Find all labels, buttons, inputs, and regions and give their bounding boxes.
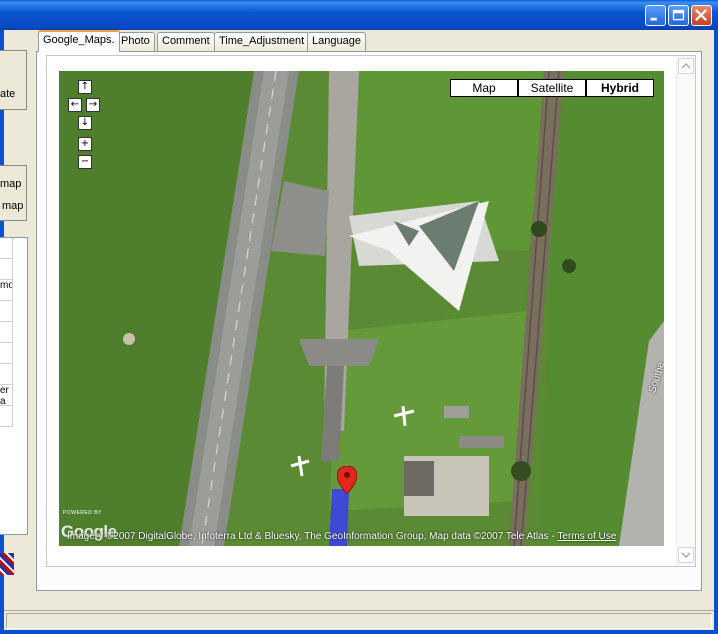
list-row[interactable] (0, 343, 13, 364)
close-button[interactable] (691, 5, 712, 26)
credit-text: Imagery ©2007 DigitalGlobe, Infoterra Lt… (67, 531, 558, 542)
minimize-button[interactable] (645, 5, 666, 26)
pan-left-button[interactable]: ← (68, 98, 82, 112)
tab-language[interactable]: Language (307, 32, 366, 51)
flag-icon[interactable] (0, 553, 14, 575)
left-fragment-ate: ate (0, 88, 16, 100)
logo-caption: POWERED BY (63, 510, 102, 516)
maximize-icon (672, 9, 685, 21)
list-row[interactable] (0, 259, 13, 280)
map-type-map-button[interactable]: Map (450, 79, 518, 97)
pan-right-button[interactable]: → (86, 98, 100, 112)
window-border-right (714, 30, 718, 634)
list-row[interactable]: mo (0, 280, 13, 301)
tab-comment[interactable]: Comment (157, 32, 215, 51)
satellite-map[interactable]: ↑ ← → ↓ + − Map Satellite Hybrid Southe … (59, 71, 664, 546)
scroll-down-button[interactable] (678, 547, 694, 563)
left-fragment-map-2[interactable]: map (2, 200, 23, 212)
left-group-box-1 (0, 50, 27, 110)
pan-up-button[interactable]: ↑ (78, 80, 92, 94)
chevron-down-icon (681, 552, 691, 559)
title-bar[interactable] (0, 0, 718, 30)
map-type-hybrid-button[interactable]: Hybrid (586, 79, 654, 97)
location-marker-icon[interactable] (337, 466, 357, 494)
tab-time-adjustment[interactable]: Time_Adjustment (214, 32, 310, 51)
chevron-up-icon (681, 62, 691, 69)
tab-google-maps[interactable]: Google_Maps. (38, 30, 120, 52)
zoom-out-button[interactable]: − (78, 155, 92, 169)
pan-down-button[interactable]: ↓ (78, 116, 92, 130)
list-row[interactable] (0, 406, 13, 427)
terms-of-use-link[interactable]: Terms of Use (557, 531, 616, 542)
left-group-box-2 (0, 165, 27, 221)
status-pane (6, 613, 712, 629)
zoom-in-button[interactable]: + (78, 137, 92, 151)
window-border-bottom (0, 630, 718, 634)
close-icon (695, 9, 707, 21)
list-row[interactable] (0, 238, 13, 259)
left-fragment-map-1[interactable]: map (0, 178, 21, 190)
minimize-icon (650, 17, 657, 21)
vertical-scrollbar[interactable] (676, 56, 695, 566)
list-row[interactable] (0, 301, 13, 322)
list-row[interactable] (0, 364, 13, 385)
maximize-button[interactable] (668, 5, 689, 26)
tab-photo[interactable]: Photo (116, 32, 155, 51)
list-row[interactable]: er a (0, 385, 13, 406)
map-credits: Imagery ©2007 DigitalGlobe, Infoterra Lt… (67, 531, 616, 542)
list-row[interactable] (0, 322, 13, 343)
scroll-up-button[interactable] (678, 58, 694, 74)
left-list[interactable]: mo er a (0, 237, 28, 535)
map-type-satellite-button[interactable]: Satellite (518, 79, 586, 97)
status-bar (4, 610, 714, 630)
satellite-imagery[interactable] (59, 71, 664, 546)
